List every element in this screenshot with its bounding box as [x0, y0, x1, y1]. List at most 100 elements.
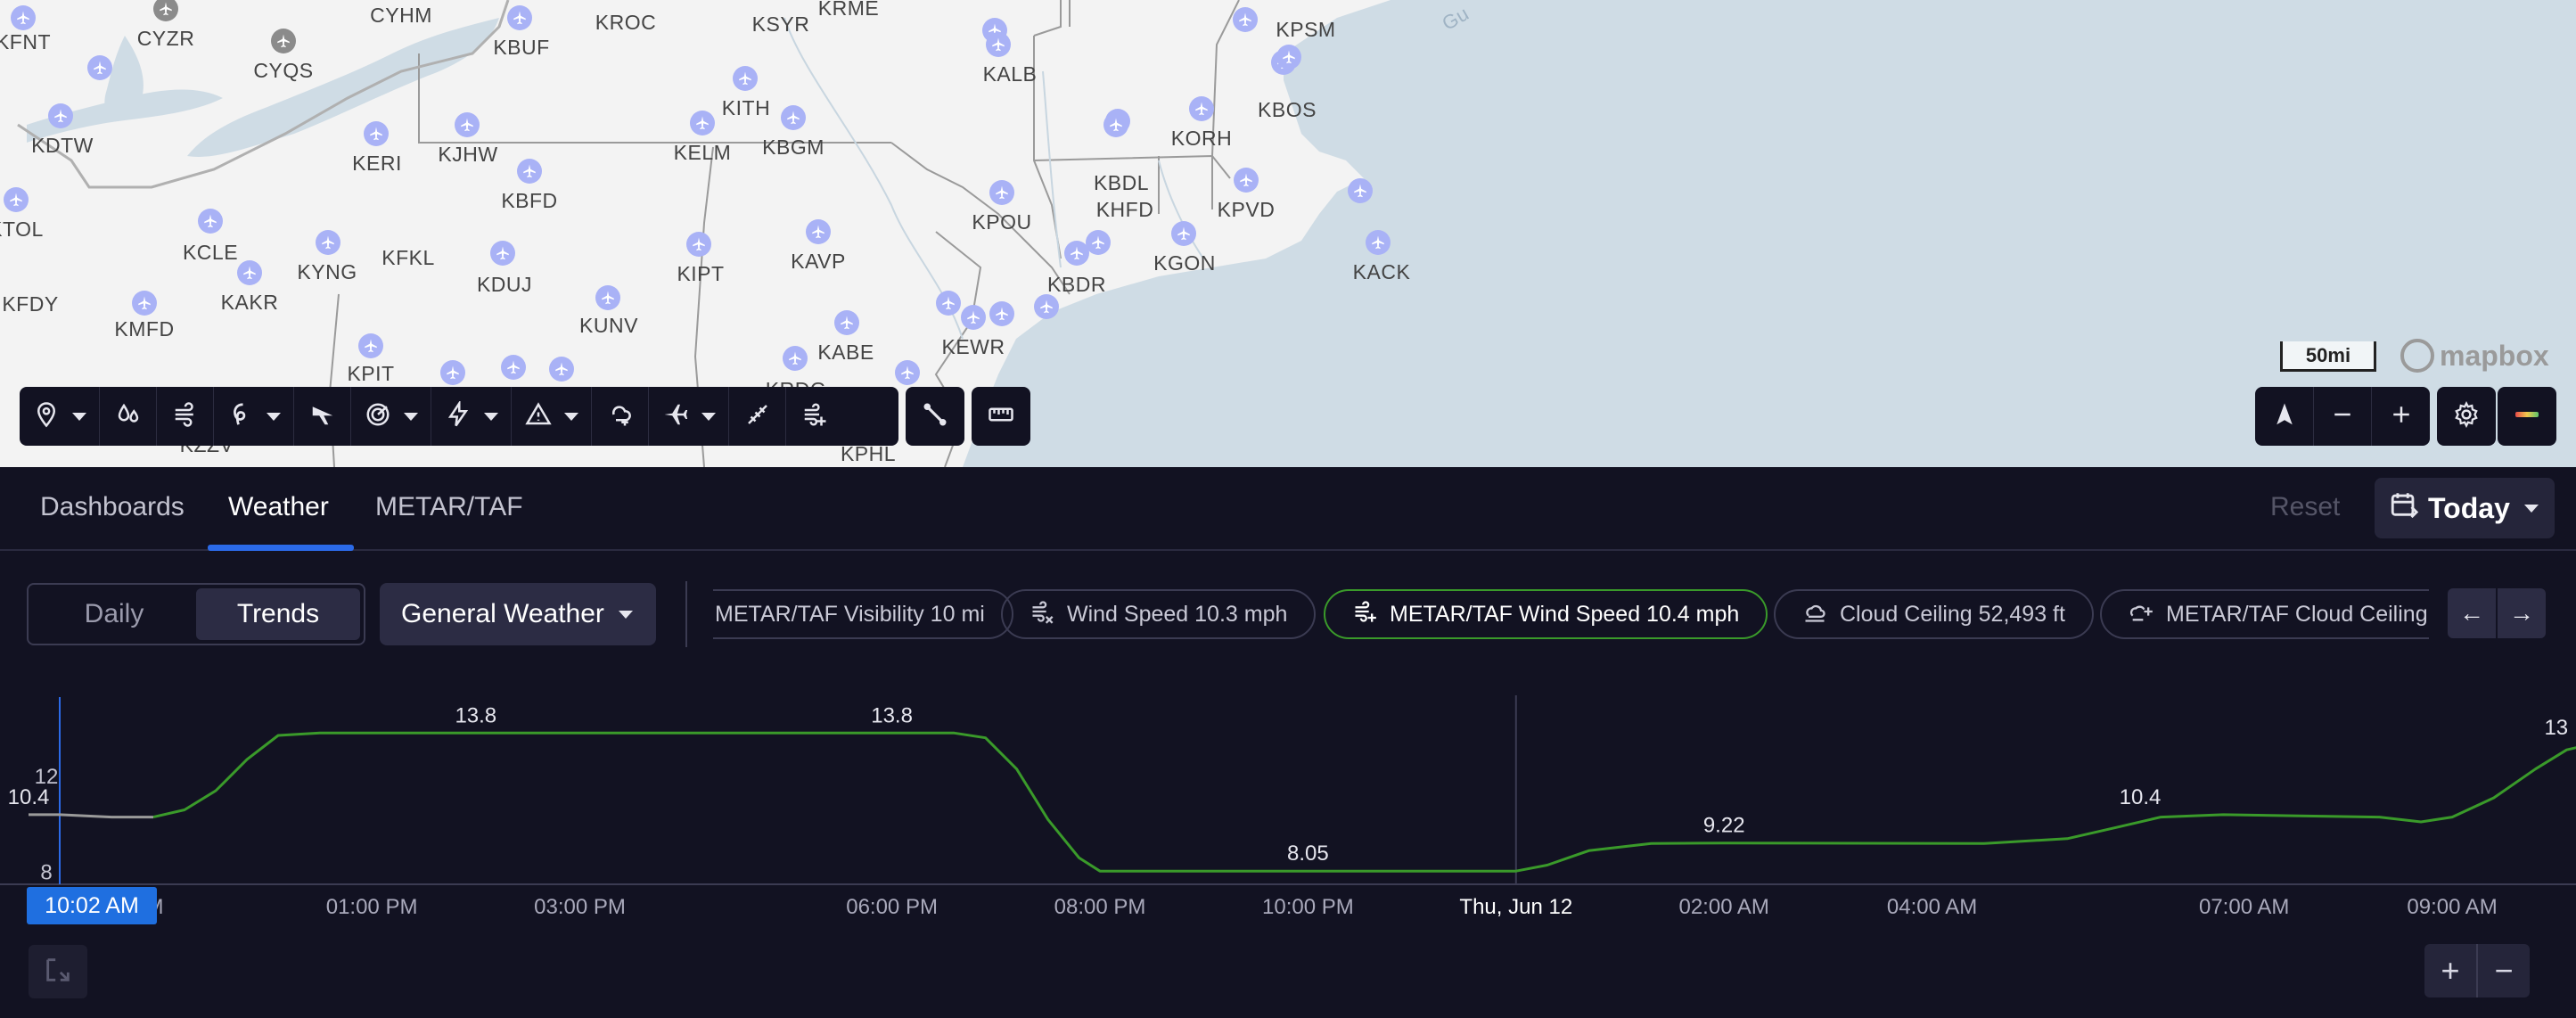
tab-metar-taf[interactable]: METAR/TAF: [375, 492, 523, 522]
route-tool[interactable]: [906, 387, 964, 446]
airplane-icon[interactable]: [989, 301, 1014, 326]
settings-button[interactable]: [2437, 387, 2496, 446]
icing-layer-button[interactable]: [592, 387, 649, 446]
today-dropdown[interactable]: Today: [2375, 478, 2555, 538]
precip-layer-button[interactable]: [100, 387, 157, 446]
airplane-icon[interactable]: [501, 355, 526, 380]
legend-button[interactable]: [2498, 387, 2556, 446]
airplane-icon[interactable]: [1348, 178, 1373, 203]
airplane-icon[interactable]: [895, 360, 920, 385]
map-legend[interactable]: [2498, 387, 2556, 446]
data-label: 10.4: [8, 785, 50, 809]
turbulence-layer-button[interactable]: [729, 387, 786, 446]
airplane-icon[interactable]: [1276, 45, 1301, 70]
airplane-icon[interactable]: [989, 180, 1014, 205]
airplane-icon[interactable]: [834, 310, 859, 335]
chip-metar-wind-speed[interactable]: METAR/TAF Wind Speed 10.4 mph: [1324, 589, 1768, 639]
airplane-icon[interactable]: [1103, 112, 1128, 137]
airplane-icon[interactable]: [48, 103, 73, 128]
airplane-icon[interactable]: [686, 232, 711, 257]
airplane-icon[interactable]: [1233, 7, 1258, 32]
expand-button[interactable]: [29, 945, 87, 998]
airplane-icon[interactable]: [595, 285, 620, 310]
airplane-icon[interactable]: [507, 5, 532, 30]
airport-label: CYQS: [253, 59, 314, 82]
airplane-icon[interactable]: [198, 209, 223, 234]
airplane-icon[interactable]: [690, 111, 715, 135]
airplane-icon[interactable]: [549, 357, 574, 382]
reset-button[interactable]: Reset: [2270, 492, 2340, 522]
airplane-icon[interactable]: [936, 291, 961, 316]
airplane-icon[interactable]: [11, 5, 36, 30]
map-settings[interactable]: [2437, 387, 2496, 446]
airplane-icon[interactable]: [733, 66, 758, 91]
airplane-icon[interactable]: [781, 105, 806, 130]
airplane-icon[interactable]: [358, 333, 383, 358]
airplane-icon[interactable]: [1366, 230, 1391, 255]
flight-path-layer-button[interactable]: [294, 387, 351, 446]
airplane-icon[interactable]: [1171, 221, 1196, 246]
lightning-layer-button[interactable]: [431, 387, 512, 446]
category-dropdown[interactable]: General Weather: [380, 583, 656, 645]
airplane-icon[interactable]: [271, 29, 296, 53]
x-tick-label: 08:00 PM: [1054, 895, 1146, 919]
airplane-icon[interactable]: [806, 219, 831, 244]
daily-toggle[interactable]: Daily: [32, 588, 196, 640]
airplane-icon[interactable]: [455, 112, 480, 137]
chip-cloud-ceiling[interactable]: Cloud Ceiling 52,493 ft: [1774, 589, 2094, 639]
airport-label: KBUF: [493, 36, 550, 59]
airplane-icon[interactable]: [4, 187, 29, 212]
airplane-icon[interactable]: [316, 230, 340, 255]
airplane-icon[interactable]: [783, 346, 808, 371]
route-button[interactable]: [906, 387, 964, 446]
airplane-icon[interactable]: [517, 159, 542, 184]
airplane-icon[interactable]: [1086, 230, 1111, 255]
airplane-icon[interactable]: [1034, 294, 1059, 319]
chip-metar-visibility[interactable]: METAR/TAF Visibility 10 mi: [713, 589, 1013, 639]
zoom-out-button[interactable]: [2314, 387, 2372, 446]
airplane-icon[interactable]: [961, 305, 986, 330]
chart-zoom-in-button[interactable]: +: [2424, 944, 2478, 997]
zoom-in-button[interactable]: [2372, 387, 2430, 446]
wind-icon: [172, 401, 199, 432]
airplane-icon[interactable]: [986, 32, 1011, 57]
alerts-layer-button[interactable]: [512, 387, 592, 446]
settings-icon: [2453, 400, 2480, 432]
airplane-icon[interactable]: [440, 360, 465, 385]
airport-label: KEWR: [941, 335, 1005, 358]
airplane-icon[interactable]: [132, 291, 157, 316]
tab-dashboards[interactable]: Dashboards: [40, 492, 185, 522]
compass-button[interactable]: [2255, 387, 2314, 446]
measure-tool[interactable]: [972, 387, 1030, 446]
hurricane-layer-button[interactable]: [214, 387, 294, 446]
wind-speed-trend-chart[interactable]: 12811:00 AM01:00 PM03:00 PM06:00 PM08:00…: [0, 677, 2576, 945]
ruler-button[interactable]: [972, 387, 1030, 446]
weather-map[interactable]: KFNT CYZR CYHM KROC KSYR KRME KPSM CYQS …: [0, 0, 2576, 467]
airport-label: KBGM: [762, 135, 824, 159]
series-line-past: [29, 813, 153, 819]
data-label: 13: [2544, 716, 2568, 740]
airplane-icon[interactable]: [87, 55, 112, 80]
wind-layer-button[interactable]: [157, 387, 214, 446]
airplane-icon[interactable]: [1189, 96, 1214, 121]
airport-label: KCLE: [182, 241, 239, 264]
airplane-icon[interactable]: [364, 121, 389, 146]
airport-label: KORH: [1170, 127, 1233, 150]
chips-next-button[interactable]: →: [2498, 588, 2546, 638]
radar-icon: [365, 401, 391, 432]
chips-prev-button[interactable]: ←: [2448, 588, 2496, 638]
airports-layer-button[interactable]: [649, 387, 729, 446]
radar-layer-button[interactable]: [351, 387, 431, 446]
airplane-icon[interactable]: [490, 241, 515, 266]
wind-barb-layer-button[interactable]: [786, 387, 843, 446]
chip-wind-speed[interactable]: Wind Speed 10.3 mph: [1001, 589, 1317, 639]
airport-label: KFNT: [0, 30, 52, 53]
tab-weather[interactable]: Weather: [228, 492, 329, 522]
pin-layer-button[interactable]: [20, 387, 100, 446]
chip-metar-cloud-ceiling[interactable]: METAR/TAF Cloud Ceiling -: [2100, 589, 2429, 639]
airplane-icon[interactable]: [237, 260, 262, 285]
trends-toggle[interactable]: Trends: [196, 588, 360, 640]
airplane-icon[interactable]: [1234, 168, 1259, 193]
chart-zoom-out-button[interactable]: −: [2478, 944, 2530, 997]
wind-metar-icon: [1352, 599, 1390, 630]
